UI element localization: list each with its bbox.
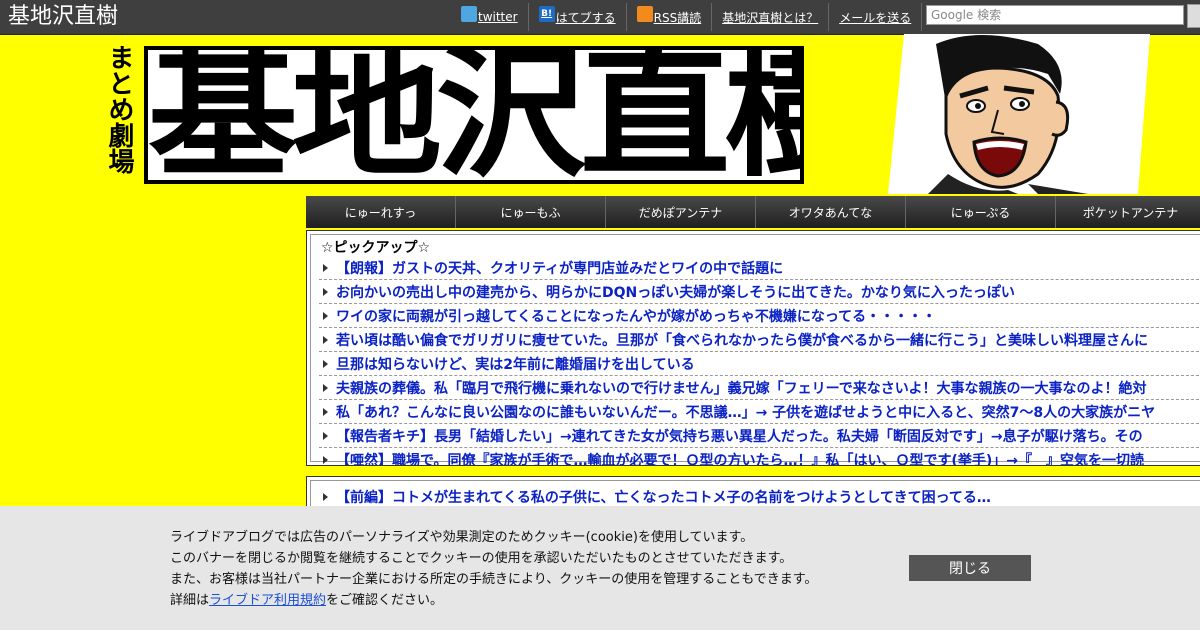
cookie-line: このバナーを閉じるか閲覧を継続することでクッキーの使用を承認いただいたものとさせ… xyxy=(170,551,793,566)
list-item: 【朗報】ガストの天丼、クオリティが専門店並みだとワイの中で話題に xyxy=(319,257,1200,280)
arrow-icon xyxy=(323,384,328,392)
cookie-line: また、お客様は当社パートナー企業における所定の手続きにより、クッキーの使用を管理… xyxy=(170,572,818,587)
list-item: 【唖然】職場で。同僚『家族が手術で…輸血が必要で！Ｏ型の方いたら…！』私「はい、… xyxy=(319,449,1200,465)
list-item: 旦那は知らないけど、実は2年前に離婚届けを出している xyxy=(319,353,1200,376)
site-tagline: まとめ劇場 xyxy=(104,44,134,174)
list-item: 【報告者キチ】長男「結婚したい」→連れてきた女が気持ち悪い異星人だった。私夫婦「… xyxy=(319,425,1200,448)
top-bar: 基地沢直樹 twitter B! はてブする RSS講読 基地沢直樹とは？ メー… xyxy=(0,0,1200,35)
arrow-icon xyxy=(323,408,328,416)
arrow-icon xyxy=(323,493,328,501)
list-item: 私「あれ？こんなに良い公園なのに誰もいないんだー。不思議…」→ 子供を遊ばせよう… xyxy=(319,401,1200,424)
tab-newmofu[interactable]: にゅーもふ xyxy=(456,196,606,228)
tab-pocket-antenna[interactable]: ポケットアンテナ xyxy=(1056,196,1200,228)
cookie-banner: ライブドアブログでは広告のパーソナライズや効果測定のためクッキー(cookie)… xyxy=(0,506,1200,630)
about-link[interactable]: 基地沢直樹とは？ xyxy=(712,3,830,31)
pickup-link[interactable]: 【朗報】ガストの天丼、クオリティが専門店並みだとワイの中で話題に xyxy=(336,258,783,278)
hatena-bookmark-link[interactable]: B! はてブする xyxy=(529,3,627,31)
arrow-icon xyxy=(323,456,328,464)
rss-link[interactable]: RSS講読 xyxy=(627,3,713,31)
top-nav: twitter B! はてブする RSS講読 基地沢直樹とは？ メールを送る xyxy=(455,3,923,31)
twitter-link[interactable]: twitter xyxy=(455,3,529,31)
cookie-text: ライブドアブログでは広告のパーソナライズや効果測定のためクッキー(cookie)… xyxy=(170,527,817,611)
list-item: お向かいの売出し中の建売から、明らかにDQNっぽい夫婦が楽しそうに出てきた。かな… xyxy=(319,281,1200,304)
tab-newpuru[interactable]: にゅーぷる xyxy=(906,196,1056,228)
tab-owata-antenna[interactable]: オワタあんてな xyxy=(756,196,906,228)
arrow-icon xyxy=(323,336,328,344)
pickup-list: 【朗報】ガストの天丼、クオリティが専門店並みだとワイの中で話題に お向かいの売出… xyxy=(319,257,1200,465)
pickup-link[interactable]: 若い頃は酷い偏食でガリガリに痩せていた。旦那が「食べられなかったら僕が食べるから… xyxy=(336,330,1148,350)
arrow-icon xyxy=(323,432,328,440)
nav-tabs: にゅーれすっ にゅーもふ だめぽアンテナ オワタあんてな にゅーぷる ポケットア… xyxy=(306,196,1200,228)
terms-link[interactable]: ライブドア利用規約 xyxy=(209,593,326,608)
site-logo[interactable]: 基地沢直樹 xyxy=(144,46,804,184)
list-item: ワイの家に両親が引っ越してくることになったんやが嫁がめっちゃ不機嫌になってる・・… xyxy=(319,305,1200,328)
portrait-illustration xyxy=(888,34,1150,194)
pickup-link[interactable]: お向かいの売出し中の建売から、明らかにDQNっぽい夫婦が楽しそうに出てきた。かな… xyxy=(336,282,1015,302)
logo-text: 基地沢直樹 xyxy=(148,50,800,180)
twitter-label: twitter xyxy=(478,10,518,24)
search-button[interactable] xyxy=(1187,4,1200,28)
pickup-link[interactable]: 旦那は知らないけど、実は2年前に離婚届けを出している xyxy=(336,354,695,374)
search-input[interactable]: Google 検索 xyxy=(926,5,1184,25)
list-item: 夫親族の葬儀。私「臨月で飛行機に乗れないので行けません」義兄嫁「フェリーで来なさ… xyxy=(319,377,1200,400)
list-item: 若い頃は酷い偏食でガリガリに痩せていた。旦那が「食べられなかったら僕が食べるから… xyxy=(319,329,1200,352)
arrow-icon xyxy=(323,288,328,296)
cookie-line: ライブドアブログでは広告のパーソナライズや効果測定のためクッキー(cookie)… xyxy=(170,530,754,545)
pickup-link[interactable]: 【報告者キチ】長男「結婚したい」→連れてきた女が気持ち悪い異星人だった。私夫婦「… xyxy=(336,426,1143,446)
mail-link[interactable]: メールを送る xyxy=(829,3,923,31)
close-button[interactable]: 閉じる xyxy=(909,555,1031,581)
arrow-icon xyxy=(323,360,328,368)
arrow-icon xyxy=(323,264,328,272)
pickup-link[interactable]: ワイの家に両親が引っ越してくることになったんやが嫁がめっちゃ不機嫌になってる・・… xyxy=(336,306,936,326)
pickup-link[interactable]: 夫親族の葬儀。私「臨月で飛行機に乗れないので行けません」義兄嫁「フェリーで来なさ… xyxy=(336,378,1146,398)
pickup-link[interactable]: 【唖然】職場で。同僚『家族が手術で…輸血が必要で！Ｏ型の方いたら…！』私「はい、… xyxy=(336,450,1144,465)
hatena-bookmark-label: はてブする xyxy=(555,10,616,25)
pickup-box: ☆ピックアップ☆ 【朗報】ガストの天丼、クオリティが専門店並みだとワイの中で話題… xyxy=(306,230,1200,466)
arrow-icon xyxy=(323,312,328,320)
tab-newress[interactable]: にゅーれすっ xyxy=(306,196,456,228)
hatena-bookmark-icon: B! xyxy=(538,6,555,22)
pickup-frame: ☆ピックアップ☆ 【朗報】ガストの天丼、クオリティが専門店並みだとワイの中で話題… xyxy=(310,234,1200,465)
twitter-icon xyxy=(461,6,477,22)
site-title[interactable]: 基地沢直樹 xyxy=(8,3,118,31)
cookie-line-prefix: 詳細は xyxy=(170,593,210,608)
cookie-line-suffix: をご確認ください。 xyxy=(326,593,444,608)
featured-link[interactable]: 【前編】コトメが生まれてくる私の子供に、亡くなったコトメ子の名前をつけようとして… xyxy=(336,487,991,507)
logo-frame: 基地沢直樹 xyxy=(148,50,800,180)
rss-icon xyxy=(636,6,653,22)
rss-label: RSS講読 xyxy=(653,10,702,25)
cookie-line: 詳細はライブドア利用規約をご確認ください。 xyxy=(170,590,817,611)
pickup-link[interactable]: 私「あれ？こんなに良い公園なのに誰もいないんだー。不思議…」→ 子供を遊ばせよう… xyxy=(336,402,1155,422)
pickup-title: ☆ピックアップ☆ xyxy=(321,240,431,256)
tab-damepo-antenna[interactable]: だめぽアンテナ xyxy=(606,196,756,228)
